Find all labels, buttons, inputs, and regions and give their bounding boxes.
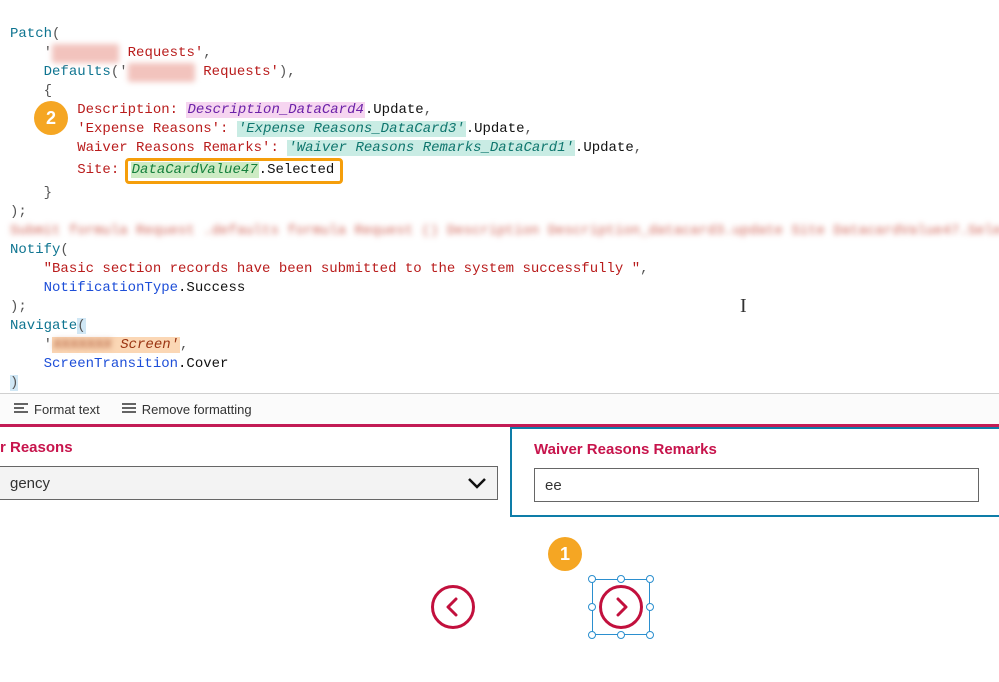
highlight-box-site: DataCardValue47.Selected <box>125 158 344 184</box>
callout-circle-1: 1 <box>548 537 582 571</box>
remove-formatting-icon <box>122 403 136 415</box>
resize-handle[interactable] <box>588 631 596 639</box>
ref-screen: XXXXXXX Screen' <box>52 337 180 353</box>
resize-handle[interactable] <box>588 575 596 583</box>
next-button[interactable] <box>599 585 643 629</box>
prev-button[interactable] <box>431 585 475 629</box>
waiver-remarks-label: Waiver Reasons Remarks <box>534 441 983 458</box>
reasons-card: r Reasons gency <box>0 427 510 517</box>
resize-handle[interactable] <box>646 603 654 611</box>
callout-circle-2: 2 <box>34 101 68 135</box>
ref-description-datacard: Description_DataCard4 <box>186 102 364 118</box>
redacted-text: XXXXXXXX <box>52 44 119 63</box>
formula-toolbar: Format text Remove formatting <box>0 393 999 427</box>
waiver-remarks-card: Waiver Reasons Remarks ee <box>510 427 999 517</box>
chevron-down-icon <box>467 476 487 490</box>
ref-waiver-reasons-datacard: 'Waiver Reasons Remarks_DataCard1' <box>287 140 575 156</box>
redacted-line: Submit formula Request .defaults formula… <box>10 222 999 241</box>
format-text-button[interactable]: Format text <box>14 402 100 417</box>
redacted-text: XXXXXXX <box>53 336 112 355</box>
chevron-left-icon <box>444 597 462 617</box>
waiver-remarks-input[interactable]: ee <box>534 468 979 502</box>
reasons-dropdown[interactable]: gency <box>0 466 498 500</box>
resize-handle[interactable] <box>617 631 625 639</box>
next-button-selected[interactable] <box>592 579 650 635</box>
ref-expense-reasons-datacard: 'Expense Reasons_DataCard3' <box>237 121 466 137</box>
formula-editor[interactable]: Patch( 'XXXXXXXX Requests', Defaults('XX… <box>0 0 999 393</box>
resize-handle[interactable] <box>646 575 654 583</box>
form-cards-row: r Reasons gency Waiver Reasons Remarks e… <box>0 427 999 517</box>
chevron-right-icon <box>612 597 630 617</box>
ref-datacardvalue47: DataCardValue47 <box>131 162 259 178</box>
resize-handle[interactable] <box>646 631 654 639</box>
text-cursor-icon: I <box>740 297 747 316</box>
nav-buttons-area: 1 <box>0 517 999 657</box>
redacted-text: XXXXXXXX <box>128 63 195 82</box>
remove-formatting-button[interactable]: Remove formatting <box>122 402 252 417</box>
resize-handle[interactable] <box>588 603 596 611</box>
token-patch: Patch <box>10 26 52 42</box>
reasons-dropdown-value: gency <box>10 475 50 492</box>
resize-handle[interactable] <box>617 575 625 583</box>
reasons-label: r Reasons <box>0 439 494 456</box>
